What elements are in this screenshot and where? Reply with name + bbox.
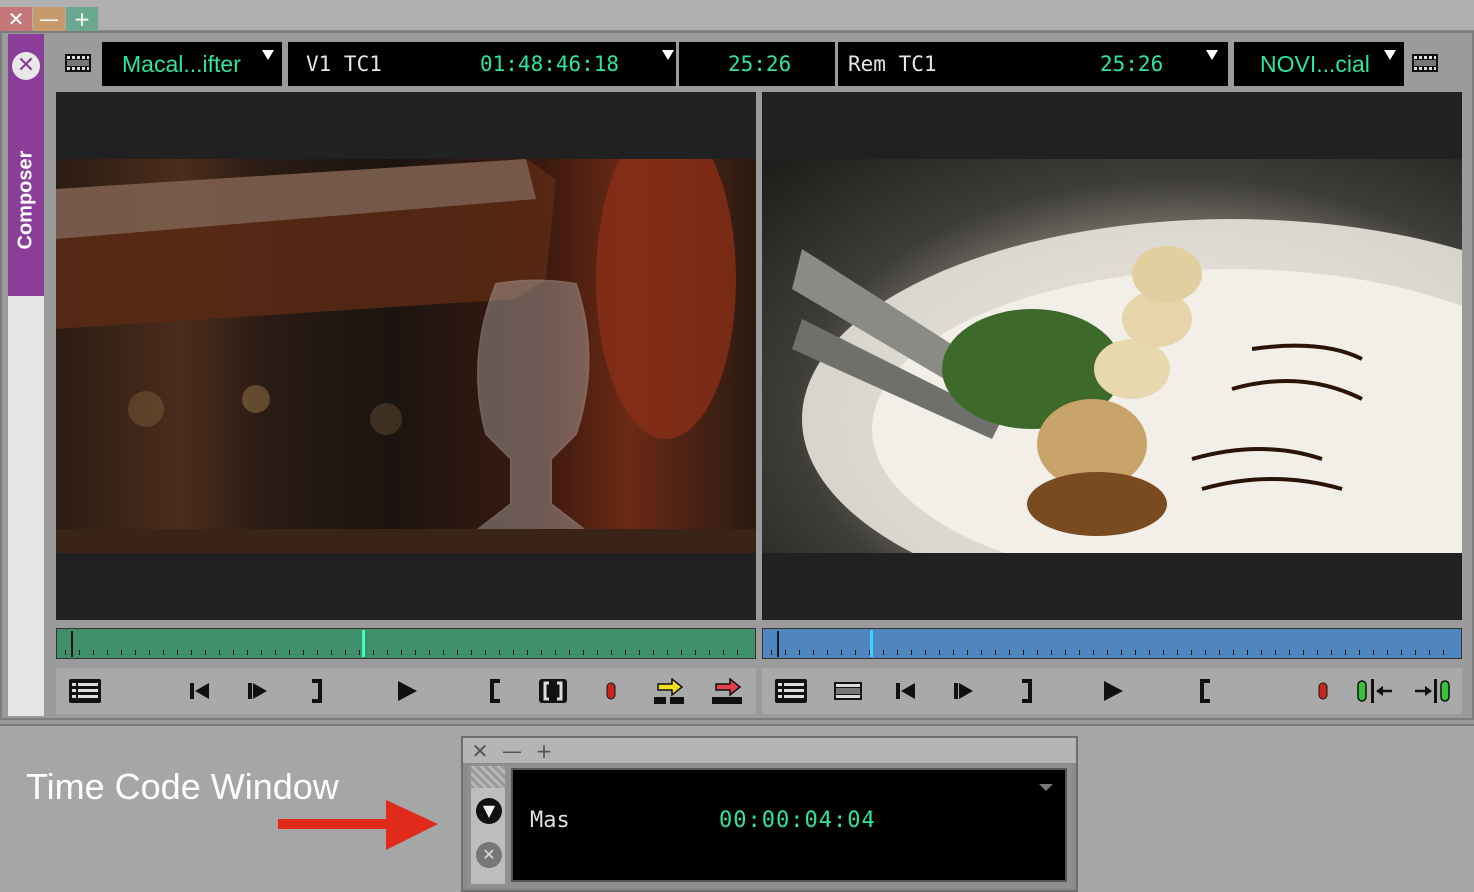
tc-sidebar: ▼ ✕ bbox=[471, 788, 505, 884]
source-controls bbox=[56, 668, 756, 714]
source-timecode-display[interactable]: V1 TC1 01:48:46:18 bbox=[288, 42, 676, 86]
record-film-icon[interactable] bbox=[1411, 50, 1439, 76]
close-circle-icon[interactable]: ✕ bbox=[476, 842, 502, 868]
source-monitor[interactable] bbox=[56, 92, 756, 620]
window-title-bar: ✕ — + bbox=[0, 0, 1474, 31]
chevron-down-icon[interactable] bbox=[1039, 784, 1053, 791]
source-track-label: V1 TC1 bbox=[306, 52, 382, 76]
arrow-icon bbox=[278, 800, 438, 850]
side-strip bbox=[8, 296, 44, 716]
chevron-down-icon bbox=[1206, 50, 1218, 60]
tc-display[interactable]: Mas 00:00:04:04 bbox=[511, 768, 1067, 882]
time-code-window: ✕ — + ▼ ✕ Mas 00:00:04:04 bbox=[461, 736, 1078, 892]
source-duration: 25:26 bbox=[728, 52, 792, 76]
play-icon[interactable] bbox=[392, 678, 422, 704]
tc-label: Mas bbox=[530, 808, 570, 833]
record-controls bbox=[762, 668, 1462, 714]
tc-title-bar: ✕ — + bbox=[463, 738, 1076, 764]
tc-maximize-button[interactable]: + bbox=[529, 739, 559, 763]
tc-value: 00:00:04:04 bbox=[719, 808, 876, 833]
splice-in-icon[interactable] bbox=[652, 678, 686, 704]
composer-tab[interactable]: ✕ Composer bbox=[8, 34, 44, 296]
chevron-down-icon bbox=[662, 50, 674, 60]
tc-grip[interactable] bbox=[471, 766, 505, 788]
mark-out-icon[interactable] bbox=[302, 678, 332, 704]
source-duration-display: 25:26 bbox=[679, 42, 835, 86]
record-position-bar[interactable] bbox=[762, 628, 1462, 659]
step-forward-icon[interactable] bbox=[950, 678, 980, 704]
source-timecode: 01:48:46:18 bbox=[480, 52, 620, 76]
composer-window: ✕ — + ✕ Composer Macal...ifter V1 TC1 01… bbox=[0, 0, 1474, 726]
record-playhead[interactable] bbox=[869, 630, 873, 657]
source-position-bar[interactable] bbox=[56, 628, 756, 659]
overwrite-icon[interactable] bbox=[710, 678, 744, 704]
record-track-label: Rem TC1 bbox=[848, 52, 937, 76]
window-minimize-button[interactable]: — bbox=[33, 7, 65, 31]
step-back-icon[interactable] bbox=[892, 678, 922, 704]
tc-body: ▼ ✕ Mas 00:00:04:04 bbox=[467, 764, 1072, 888]
step-forward-icon[interactable] bbox=[244, 678, 274, 704]
record-frame-image bbox=[792, 219, 1462, 553]
record-timecode-display[interactable]: Rem TC1 25:26 bbox=[838, 42, 1228, 86]
dropdown-circle-icon[interactable]: ▼ bbox=[476, 798, 502, 824]
source-film-icon[interactable] bbox=[64, 50, 92, 76]
tc-close-button[interactable]: ✕ bbox=[465, 739, 495, 763]
record-dot-icon[interactable] bbox=[596, 678, 626, 704]
record-dot-icon[interactable] bbox=[1308, 678, 1338, 704]
record-position-ticks bbox=[771, 650, 1453, 655]
window-maximize-button[interactable]: + bbox=[66, 7, 98, 31]
step-back-icon[interactable] bbox=[186, 678, 216, 704]
menu-icon[interactable] bbox=[774, 678, 808, 704]
mark-in-icon[interactable] bbox=[480, 678, 510, 704]
source-clip-dropdown[interactable]: Macal...ifter bbox=[102, 42, 282, 86]
menu-icon[interactable] bbox=[68, 678, 102, 704]
source-frame-image bbox=[56, 159, 756, 553]
chevron-down-icon bbox=[1384, 50, 1396, 60]
record-monitor[interactable] bbox=[762, 92, 1462, 620]
tc-minimize-button[interactable]: — bbox=[497, 739, 527, 763]
window-close-button[interactable]: ✕ bbox=[0, 7, 32, 31]
record-timecode: 25:26 bbox=[1100, 52, 1164, 76]
tab-close-icon[interactable]: ✕ bbox=[12, 52, 40, 80]
source-position-ticks bbox=[65, 650, 747, 655]
trim-right-icon[interactable] bbox=[1412, 678, 1452, 704]
chevron-down-icon bbox=[262, 50, 274, 60]
film-icon[interactable] bbox=[832, 678, 864, 704]
record-sequence-name: NOVI...cial bbox=[1260, 51, 1370, 77]
play-icon[interactable] bbox=[1098, 678, 1128, 704]
mark-in-icon[interactable] bbox=[1190, 678, 1220, 704]
source-clip-name: Macal...ifter bbox=[122, 51, 241, 77]
mark-out-icon[interactable] bbox=[1012, 678, 1042, 704]
record-video-frame bbox=[762, 159, 1462, 553]
trim-left-icon[interactable] bbox=[1356, 678, 1396, 704]
composer-tab-label: Composer bbox=[14, 150, 37, 250]
record-sequence-dropdown[interactable]: NOVI...cial bbox=[1234, 42, 1404, 86]
source-playhead[interactable] bbox=[362, 630, 366, 657]
clear-marks-icon[interactable] bbox=[538, 678, 568, 704]
source-video-frame bbox=[56, 159, 756, 553]
